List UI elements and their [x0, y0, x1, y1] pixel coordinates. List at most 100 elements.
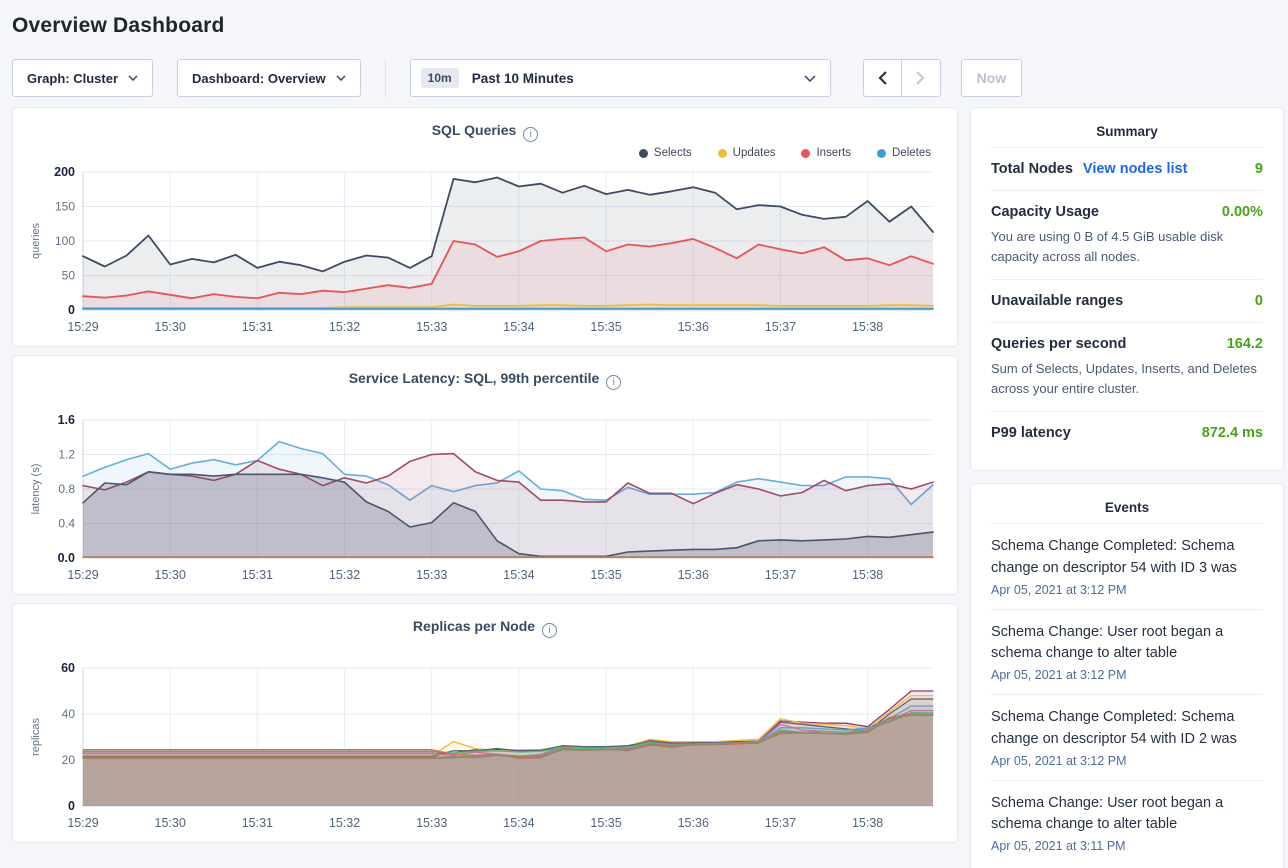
svg-text:15:29: 15:29	[67, 320, 98, 334]
svg-text:15:33: 15:33	[416, 816, 447, 830]
svg-text:15:35: 15:35	[590, 568, 621, 582]
svg-text:15:30: 15:30	[155, 568, 186, 582]
summary-title: Summary	[991, 124, 1263, 147]
event-item: Schema Change Completed: Schema change o…	[991, 523, 1263, 609]
page-title: Overview Dashboard	[12, 14, 1276, 38]
time-forward-button[interactable]	[902, 59, 941, 97]
chart-header: Service Latency: SQL, 99th percentilei	[25, 370, 945, 390]
svg-text:1.6: 1.6	[58, 413, 75, 427]
svg-text:15:33: 15:33	[416, 320, 447, 334]
svg-text:15:32: 15:32	[329, 568, 360, 582]
svg-text:15:31: 15:31	[242, 816, 273, 830]
legend-label: Inserts	[816, 147, 851, 159]
svg-text:latency (s): latency (s)	[30, 464, 42, 515]
legend-label: Selects	[654, 147, 692, 159]
chevron-down-icon	[128, 75, 138, 81]
view-nodes-list-link[interactable]: View nodes list	[1083, 161, 1188, 177]
chart-header: SQL Queries i	[25, 122, 945, 142]
svg-text:15:34: 15:34	[503, 320, 534, 334]
svg-text:15:38: 15:38	[852, 568, 883, 582]
svg-text:60: 60	[61, 661, 75, 675]
summary-row-capacity-usage: Capacity Usage 0.00% You are using 0 B o…	[991, 190, 1263, 279]
event-message: Schema Change: User root began a schema …	[991, 793, 1263, 837]
summary-description: Sum of Selects, Updates, Inserts, and De…	[991, 359, 1263, 398]
legend-item-inserts: Inserts	[801, 147, 851, 159]
dashboard-dropdown-label: Dashboard: Overview	[192, 71, 326, 86]
time-range-badge: 10m	[421, 68, 459, 88]
svg-text:0.0: 0.0	[58, 551, 75, 565]
info-icon[interactable]: i	[542, 623, 557, 638]
svg-text:0.8: 0.8	[58, 482, 75, 496]
time-step-buttons	[863, 59, 941, 97]
summary-label: Capacity Usage	[991, 204, 1099, 220]
svg-text:queries: queries	[30, 222, 42, 259]
summary-value: 9	[1255, 161, 1263, 177]
event-timestamp: Apr 05, 2021 at 3:12 PM	[991, 754, 1263, 768]
graph-dropdown[interactable]: Graph: Cluster	[12, 59, 153, 97]
svg-text:15:35: 15:35	[590, 816, 621, 830]
service-latency-plot[interactable]: 15:2915:3015:3115:3215:3315:3415:3515:36…	[25, 412, 947, 588]
svg-text:0.4: 0.4	[58, 517, 75, 531]
chart-card-sql-queries: SQL Queries i Selects Updates Inserts Delete…	[12, 107, 958, 347]
legend-dot-icon	[639, 149, 648, 158]
overview-dashboard-page: Overview Dashboard Graph: Cluster Dashbo…	[0, 0, 1288, 868]
sidebar: Summary Total Nodes View nodes list 9 Ca…	[970, 107, 1284, 868]
toolbar: Graph: Cluster Dashboard: Overview 10m P…	[0, 38, 1288, 97]
event-timestamp: Apr 05, 2021 at 3:12 PM	[991, 583, 1263, 597]
chart-card-replicas-per-node: Replicas per Nodei 15:2915:3015:3115:321…	[12, 603, 958, 843]
summary-panel: Summary Total Nodes View nodes list 9 Ca…	[970, 107, 1284, 471]
legend-dot-icon	[801, 149, 810, 158]
svg-text:15:38: 15:38	[852, 320, 883, 334]
event-timestamp: Apr 05, 2021 at 3:11 PM	[991, 839, 1263, 853]
svg-text:15:30: 15:30	[155, 816, 186, 830]
dashboard-dropdown[interactable]: Dashboard: Overview	[177, 59, 361, 97]
summary-value: 164.2	[1227, 336, 1263, 352]
legend-label: Updates	[733, 147, 776, 159]
toolbar-divider	[385, 59, 386, 97]
replicas-per-node-plot[interactable]: 15:29 15:30 15:31 15:32 15:33 15:34 15:35 15:36…	[25, 660, 947, 836]
legend-dot-icon	[718, 149, 727, 158]
chevron-right-icon	[916, 71, 925, 85]
chart-title: SQL Queries	[432, 122, 517, 138]
chevron-down-icon	[804, 75, 816, 82]
event-item: Schema Change: User root began a schema …	[991, 609, 1263, 695]
legend-dot-icon	[877, 149, 886, 158]
svg-text:100: 100	[55, 234, 75, 248]
svg-text:15:36: 15:36	[678, 816, 709, 830]
now-button[interactable]: Now	[961, 59, 1023, 97]
chevron-left-icon	[878, 71, 887, 85]
event-timestamp: Apr 05, 2021 at 3:12 PM	[991, 668, 1263, 682]
svg-text:15:30: 15:30	[155, 320, 186, 334]
chart-header: Replicas per Nodei	[25, 618, 945, 638]
svg-text:40: 40	[62, 707, 76, 721]
event-message: Schema Change: User root began a schema …	[991, 622, 1263, 666]
time-back-button[interactable]	[863, 59, 902, 97]
event-message: Schema Change Completed: Schema change o…	[991, 536, 1263, 580]
svg-text:15:37: 15:37	[765, 568, 796, 582]
summary-label: P99 latency	[991, 425, 1071, 441]
legend-label: Deletes	[892, 147, 931, 159]
legend-item-selects: Selects	[639, 147, 692, 159]
svg-text:15:31: 15:31	[242, 568, 273, 582]
svg-text:15:32: 15:32	[329, 320, 360, 334]
charts-column: SQL Queries i Selects Updates Inserts Delete…	[12, 107, 958, 843]
time-range-label: Past 10 Minutes	[472, 71, 574, 86]
time-range-picker[interactable]: 10m Past 10 Minutes	[410, 59, 831, 97]
svg-text:0: 0	[68, 303, 75, 317]
info-icon[interactable]: i	[606, 375, 621, 390]
svg-text:15:35: 15:35	[590, 320, 621, 334]
svg-text:15:34: 15:34	[503, 816, 534, 830]
sql-queries-plot[interactable]: 15:2915:3015:3115:3215:3315:3415:3515:36…	[25, 164, 947, 340]
info-icon[interactable]: i	[523, 127, 538, 142]
legend-item-updates: Updates	[718, 147, 776, 159]
summary-label: Unavailable ranges	[991, 293, 1123, 309]
svg-text:50: 50	[62, 269, 76, 283]
svg-text:15:36: 15:36	[678, 568, 709, 582]
svg-text:1.2: 1.2	[58, 448, 75, 462]
event-message: Schema Change Completed: Schema change o…	[991, 707, 1263, 751]
summary-label: Queries per second	[991, 336, 1126, 352]
summary-row-unavailable-ranges: Unavailable ranges 0	[991, 279, 1263, 322]
svg-text:15:32: 15:32	[329, 816, 360, 830]
svg-text:15:37: 15:37	[765, 816, 796, 830]
svg-text:15:29: 15:29	[67, 816, 98, 830]
